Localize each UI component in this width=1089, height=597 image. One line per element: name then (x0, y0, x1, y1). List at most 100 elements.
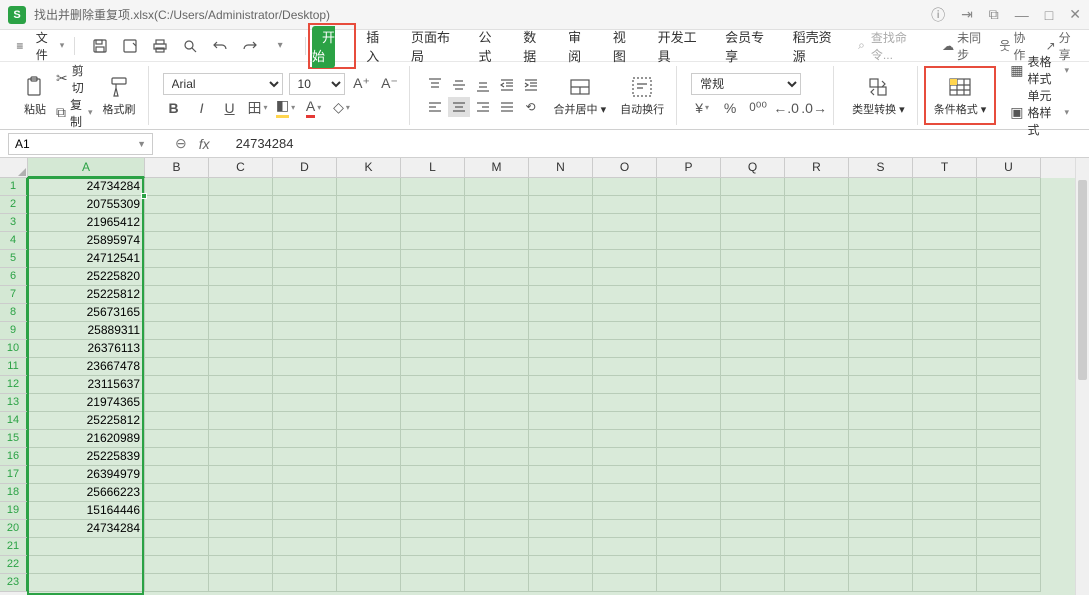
cell[interactable] (529, 178, 593, 196)
column-header[interactable]: P (657, 158, 721, 178)
cell[interactable] (785, 430, 849, 448)
cell[interactable] (209, 214, 273, 232)
cell[interactable] (913, 178, 977, 196)
cell[interactable] (145, 538, 209, 556)
percent-button[interactable]: % (719, 97, 741, 119)
cell[interactable] (977, 322, 1041, 340)
cell[interactable] (529, 538, 593, 556)
cell[interactable] (465, 196, 529, 214)
cell[interactable] (465, 250, 529, 268)
font-color-button[interactable]: A (303, 97, 325, 119)
cell[interactable] (849, 214, 913, 232)
row-header[interactable]: 1 (0, 178, 28, 196)
cell[interactable] (529, 556, 593, 574)
cell[interactable] (145, 520, 209, 538)
row-header[interactable]: 12 (0, 376, 28, 394)
cell[interactable] (273, 394, 337, 412)
cell[interactable] (593, 430, 657, 448)
cell[interactable]: 21974365 (28, 394, 145, 412)
cell[interactable] (465, 268, 529, 286)
copy-button[interactable]: ⧉复制▾ (56, 96, 93, 130)
cell[interactable] (273, 250, 337, 268)
cell[interactable] (977, 250, 1041, 268)
align-bottom-icon[interactable] (472, 75, 494, 95)
cell[interactable] (657, 214, 721, 232)
cell[interactable]: 23667478 (28, 358, 145, 376)
cell[interactable] (785, 232, 849, 250)
cell[interactable] (785, 520, 849, 538)
cell[interactable] (593, 196, 657, 214)
cell[interactable] (721, 268, 785, 286)
save-icon[interactable] (91, 37, 109, 55)
cell[interactable] (209, 538, 273, 556)
cell[interactable] (593, 340, 657, 358)
cell[interactable] (977, 268, 1041, 286)
cell[interactable] (337, 268, 401, 286)
cell[interactable] (657, 484, 721, 502)
cell[interactable] (593, 538, 657, 556)
cell[interactable] (465, 232, 529, 250)
cell[interactable] (465, 304, 529, 322)
cell[interactable] (337, 430, 401, 448)
cell[interactable] (465, 376, 529, 394)
cell[interactable] (273, 268, 337, 286)
fx-icon[interactable]: fx (199, 136, 210, 152)
row-header[interactable]: 6 (0, 268, 28, 286)
restore-icon[interactable]: ⧉ (989, 6, 999, 23)
cell[interactable] (977, 520, 1041, 538)
cell[interactable] (913, 250, 977, 268)
column-header[interactable]: B (145, 158, 209, 178)
cell[interactable]: 26376113 (28, 340, 145, 358)
cell[interactable] (209, 448, 273, 466)
conditional-format-button[interactable]: 条件格式 ▾ (930, 75, 991, 117)
column-header[interactable]: K (337, 158, 401, 178)
cell[interactable] (529, 502, 593, 520)
justify-icon[interactable] (496, 97, 518, 117)
cell[interactable] (465, 412, 529, 430)
cell[interactable] (529, 484, 593, 502)
cell[interactable] (785, 358, 849, 376)
cell[interactable] (401, 304, 465, 322)
cell[interactable] (977, 340, 1041, 358)
cell[interactable] (209, 430, 273, 448)
cell[interactable] (721, 286, 785, 304)
row-header[interactable]: 18 (0, 484, 28, 502)
cell[interactable]: 25225839 (28, 448, 145, 466)
cell[interactable] (657, 286, 721, 304)
cell[interactable] (849, 340, 913, 358)
cell[interactable] (209, 502, 273, 520)
cell[interactable] (465, 214, 529, 232)
cell[interactable] (785, 214, 849, 232)
type-convert-button[interactable]: 类型转换 ▾ (848, 73, 909, 119)
align-left-icon[interactable] (424, 97, 446, 117)
cell[interactable]: 25895974 (28, 232, 145, 250)
cell[interactable] (145, 250, 209, 268)
cell[interactable] (785, 394, 849, 412)
minimize-icon[interactable]: — (1015, 7, 1029, 23)
save-as-icon[interactable] (121, 37, 139, 55)
cell[interactable] (401, 196, 465, 214)
cell[interactable] (657, 538, 721, 556)
wrap-text-button[interactable]: 自动换行 (616, 73, 668, 119)
cell[interactable] (273, 358, 337, 376)
cell[interactable] (273, 430, 337, 448)
cell[interactable] (913, 484, 977, 502)
cell[interactable] (849, 502, 913, 520)
cell[interactable] (913, 340, 977, 358)
file-menu[interactable]: 文件 ▾ (30, 27, 70, 65)
cell[interactable] (401, 322, 465, 340)
row-header[interactable]: 9 (0, 322, 28, 340)
border-button[interactable]: 田 (247, 97, 269, 119)
cell[interactable] (721, 232, 785, 250)
cell[interactable] (337, 250, 401, 268)
cell[interactable] (657, 556, 721, 574)
row-header[interactable]: 10 (0, 340, 28, 358)
cell[interactable] (273, 520, 337, 538)
cell[interactable] (209, 556, 273, 574)
cell[interactable] (465, 430, 529, 448)
cell[interactable] (785, 556, 849, 574)
cell[interactable] (273, 538, 337, 556)
cell[interactable] (28, 556, 145, 574)
cell[interactable] (849, 556, 913, 574)
cell[interactable] (401, 358, 465, 376)
